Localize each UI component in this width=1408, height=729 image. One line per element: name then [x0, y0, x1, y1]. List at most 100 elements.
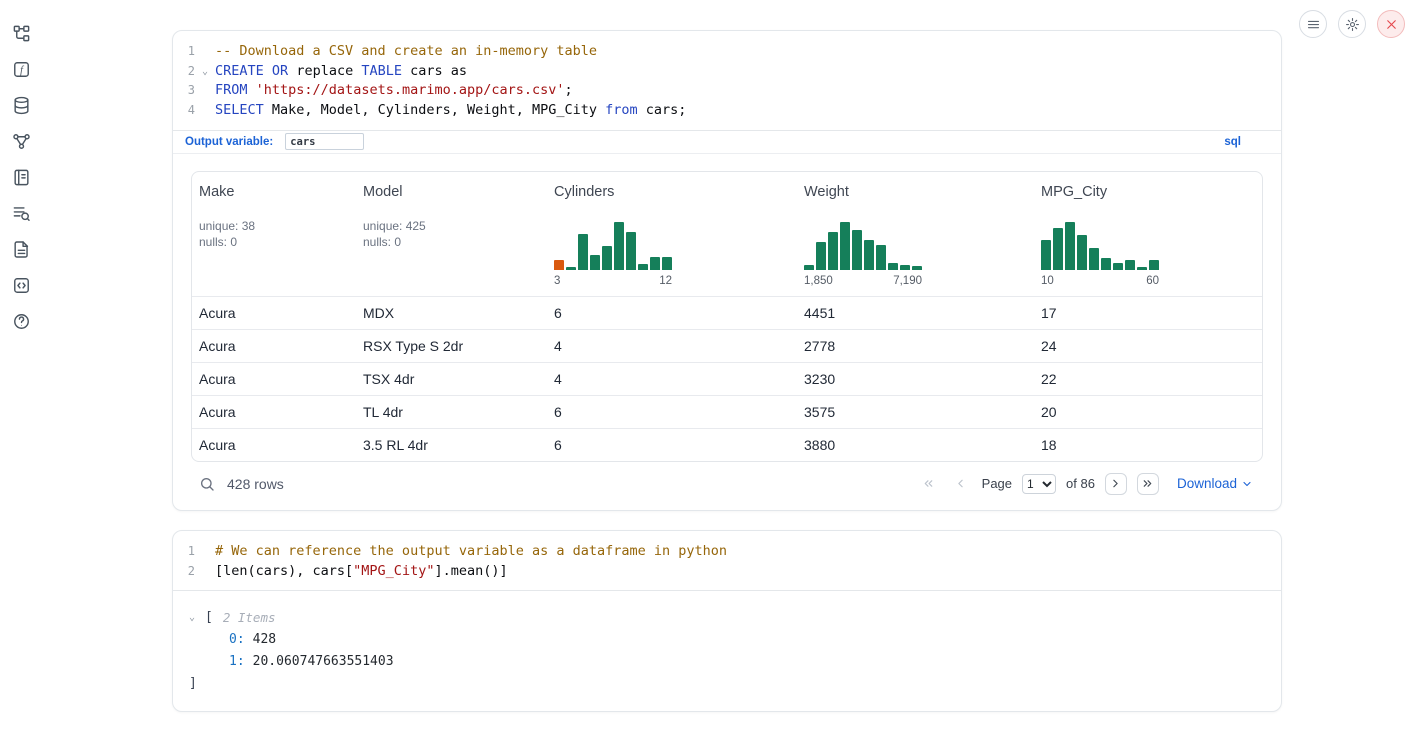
fold-chevron-icon[interactable]: ⌄ — [195, 62, 215, 82]
histogram[interactable]: 312 — [554, 218, 672, 287]
sql-code-editor[interactable]: 1-- Download a CSV and create an in-memo… — [173, 31, 1281, 130]
close-button[interactable] — [1377, 10, 1405, 38]
table-cell: Acura — [192, 338, 356, 354]
axis-max-label: 12 — [659, 275, 672, 287]
column-header[interactable]: Weight — [797, 172, 1034, 206]
search-button[interactable] — [199, 476, 215, 492]
histogram-bar[interactable] — [1149, 260, 1159, 270]
histogram-bar[interactable] — [864, 240, 874, 270]
first-page-button[interactable] — [918, 473, 940, 495]
database-icon[interactable] — [12, 96, 31, 115]
column-header[interactable]: Cylinders — [547, 172, 797, 206]
document-icon[interactable] — [12, 240, 31, 259]
data-table: MakeModelCylindersWeightMPG_City unique:… — [191, 171, 1263, 462]
table-row[interactable]: AcuraTSX 4dr4323022 — [192, 362, 1262, 395]
fold-gutter — [195, 101, 215, 121]
histogram-bar[interactable] — [650, 257, 660, 270]
histogram-bar[interactable] — [614, 222, 624, 270]
python-cell: 1# We can reference the output variable … — [172, 530, 1282, 712]
tree-root[interactable]: ⌄ [ 2 Items — [189, 607, 1281, 629]
histogram-bar[interactable] — [602, 246, 612, 270]
axis-max-label: 60 — [1146, 275, 1159, 287]
table-cell: Acura — [192, 404, 356, 420]
histogram-bar[interactable] — [816, 242, 826, 270]
histogram-bar[interactable] — [840, 222, 850, 270]
histogram-bar[interactable] — [1041, 240, 1051, 270]
histogram-bar[interactable] — [1101, 258, 1111, 270]
tree-entry[interactable]: 1:20.060747663551403 — [189, 651, 1281, 673]
histogram-bars — [804, 220, 922, 270]
column-header[interactable]: Make — [192, 172, 356, 206]
table-cell: 2778 — [797, 338, 1034, 354]
page-select[interactable]: 1 — [1022, 474, 1056, 494]
table-cell: 6 — [547, 437, 797, 453]
histogram-bar[interactable] — [1077, 235, 1087, 270]
tree-entry[interactable]: 0:428 — [189, 629, 1281, 651]
dependency-graph-icon[interactable] — [12, 132, 31, 151]
histogram-bar[interactable] — [888, 263, 898, 270]
histogram[interactable]: 1060 — [1041, 218, 1159, 287]
histogram-bar[interactable] — [566, 267, 576, 270]
null-count: nulls: 0 — [199, 234, 356, 250]
histogram-bar[interactable] — [662, 257, 672, 270]
fold-gutter — [195, 81, 215, 101]
column-header[interactable]: MPG_City — [1034, 172, 1262, 206]
histogram-bar[interactable] — [912, 266, 922, 270]
last-page-button[interactable] — [1137, 473, 1159, 495]
histogram-bar[interactable] — [578, 234, 588, 270]
histogram-bar[interactable] — [1053, 228, 1063, 270]
column-header[interactable]: Model — [356, 172, 547, 206]
table-cell: 4 — [547, 338, 797, 354]
file-tree-icon[interactable] — [12, 24, 31, 43]
histogram-bar[interactable] — [1125, 260, 1135, 270]
histogram[interactable]: 1,850 7,190 — [804, 218, 922, 287]
prev-page-button[interactable] — [950, 473, 972, 495]
table-cell: TSX 4dr — [356, 371, 547, 387]
svg-text:f: f — [20, 65, 25, 76]
functions-icon[interactable]: f — [12, 60, 31, 79]
table-cell: 3575 — [797, 404, 1034, 420]
help-icon[interactable] — [12, 312, 31, 331]
table-cell: TL 4dr — [356, 404, 547, 420]
histogram-bar[interactable] — [554, 260, 564, 270]
scratchpad-icon[interactable] — [12, 168, 31, 187]
histogram-bar[interactable] — [1089, 248, 1099, 270]
table-cell: 18 — [1034, 437, 1262, 453]
python-code-editor[interactable]: 1# We can reference the output variable … — [173, 531, 1281, 590]
table-row[interactable]: Acura3.5 RL 4dr6388018 — [192, 428, 1262, 461]
column-summary: 1060 — [1034, 206, 1262, 296]
histogram-bar[interactable] — [626, 232, 636, 270]
line-number: 2 — [181, 62, 195, 82]
histogram-bar[interactable] — [804, 265, 814, 270]
axis-max-label: 7,190 — [893, 275, 922, 287]
tree-entry-value: 20.060747663551403 — [253, 651, 394, 673]
histogram-bar[interactable] — [828, 232, 838, 270]
histogram-bars — [554, 220, 672, 270]
settings-button[interactable] — [1338, 10, 1366, 38]
collapse-chevron-icon[interactable]: ⌄ — [189, 607, 205, 629]
histogram-bar[interactable] — [900, 265, 910, 270]
table-row[interactable]: AcuraMDX6445117 — [192, 296, 1262, 329]
table-row[interactable]: AcuraTL 4dr6357520 — [192, 395, 1262, 428]
table-cell: Acura — [192, 305, 356, 321]
page-total: of 86 — [1066, 476, 1095, 491]
logs-icon[interactable] — [12, 204, 31, 223]
pagination: Page 1 of 86 — [918, 473, 1159, 495]
output-variable-input[interactable] — [285, 133, 364, 150]
histogram-bar[interactable] — [1065, 222, 1075, 270]
code-text: -- Download a CSV and create an in-memor… — [215, 42, 597, 62]
download-button[interactable]: Download — [1177, 476, 1253, 491]
histogram-bar[interactable] — [1113, 263, 1123, 270]
menu-button[interactable] — [1299, 10, 1327, 38]
code-text: # We can reference the output variable a… — [215, 542, 727, 562]
table-row[interactable]: AcuraRSX Type S 2dr4277824 — [192, 329, 1262, 362]
histogram-bar[interactable] — [638, 264, 648, 270]
histogram-bar[interactable] — [876, 245, 886, 270]
histogram-bar[interactable] — [1137, 267, 1147, 270]
snippets-icon[interactable] — [12, 276, 31, 295]
histogram-bar[interactable] — [590, 255, 600, 270]
next-page-button[interactable] — [1105, 473, 1127, 495]
null-count: nulls: 0 — [363, 234, 547, 250]
histogram-bar[interactable] — [852, 230, 862, 270]
axis-min-label: 1,850 — [804, 275, 833, 287]
